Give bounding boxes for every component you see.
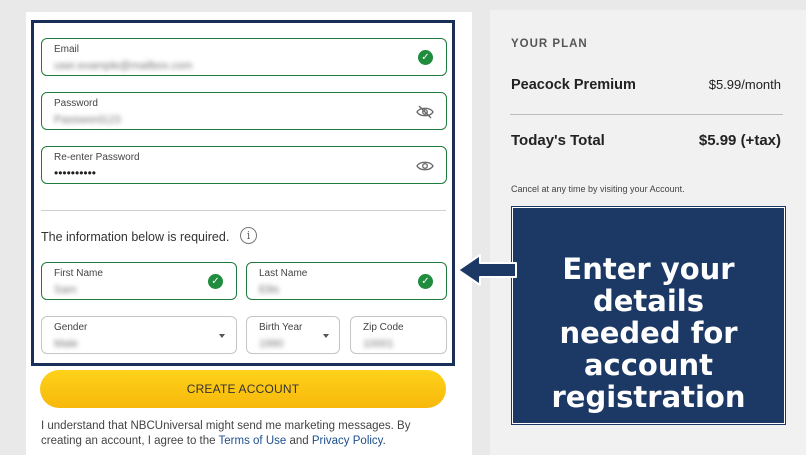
- cancel-note: Cancel at any time by visiting your Acco…: [511, 184, 685, 194]
- callout-line-2: needed for: [559, 316, 738, 350]
- plan-name: Peacock Premium: [511, 77, 636, 93]
- plan-price: $5.99/month: [708, 77, 781, 92]
- callout-line-3: account: [583, 348, 714, 382]
- callout-line-1: Enter your details: [562, 252, 735, 318]
- total-label: Today's Total: [511, 132, 605, 149]
- terms-of-use-link[interactable]: Terms of Use: [219, 435, 287, 447]
- form-highlight-frame: [31, 20, 455, 366]
- disclaimer-end: .: [382, 435, 386, 447]
- disclaimer-and: and: [286, 435, 312, 447]
- marketing-disclaimer: I understand that NBCUniversal might sen…: [41, 419, 451, 449]
- annotation-callout: Enter your details needed for account re…: [512, 207, 785, 424]
- arrow-left-icon: [457, 254, 517, 286]
- callout-line-4: registration: [551, 380, 746, 414]
- create-account-button[interactable]: CREATE ACCOUNT: [40, 370, 446, 408]
- your-plan-heading: YOUR PLAN: [511, 38, 588, 50]
- total-value: $5.99 (+tax): [698, 132, 781, 149]
- privacy-policy-link[interactable]: Privacy Policy: [312, 435, 383, 447]
- plan-divider: [510, 114, 783, 115]
